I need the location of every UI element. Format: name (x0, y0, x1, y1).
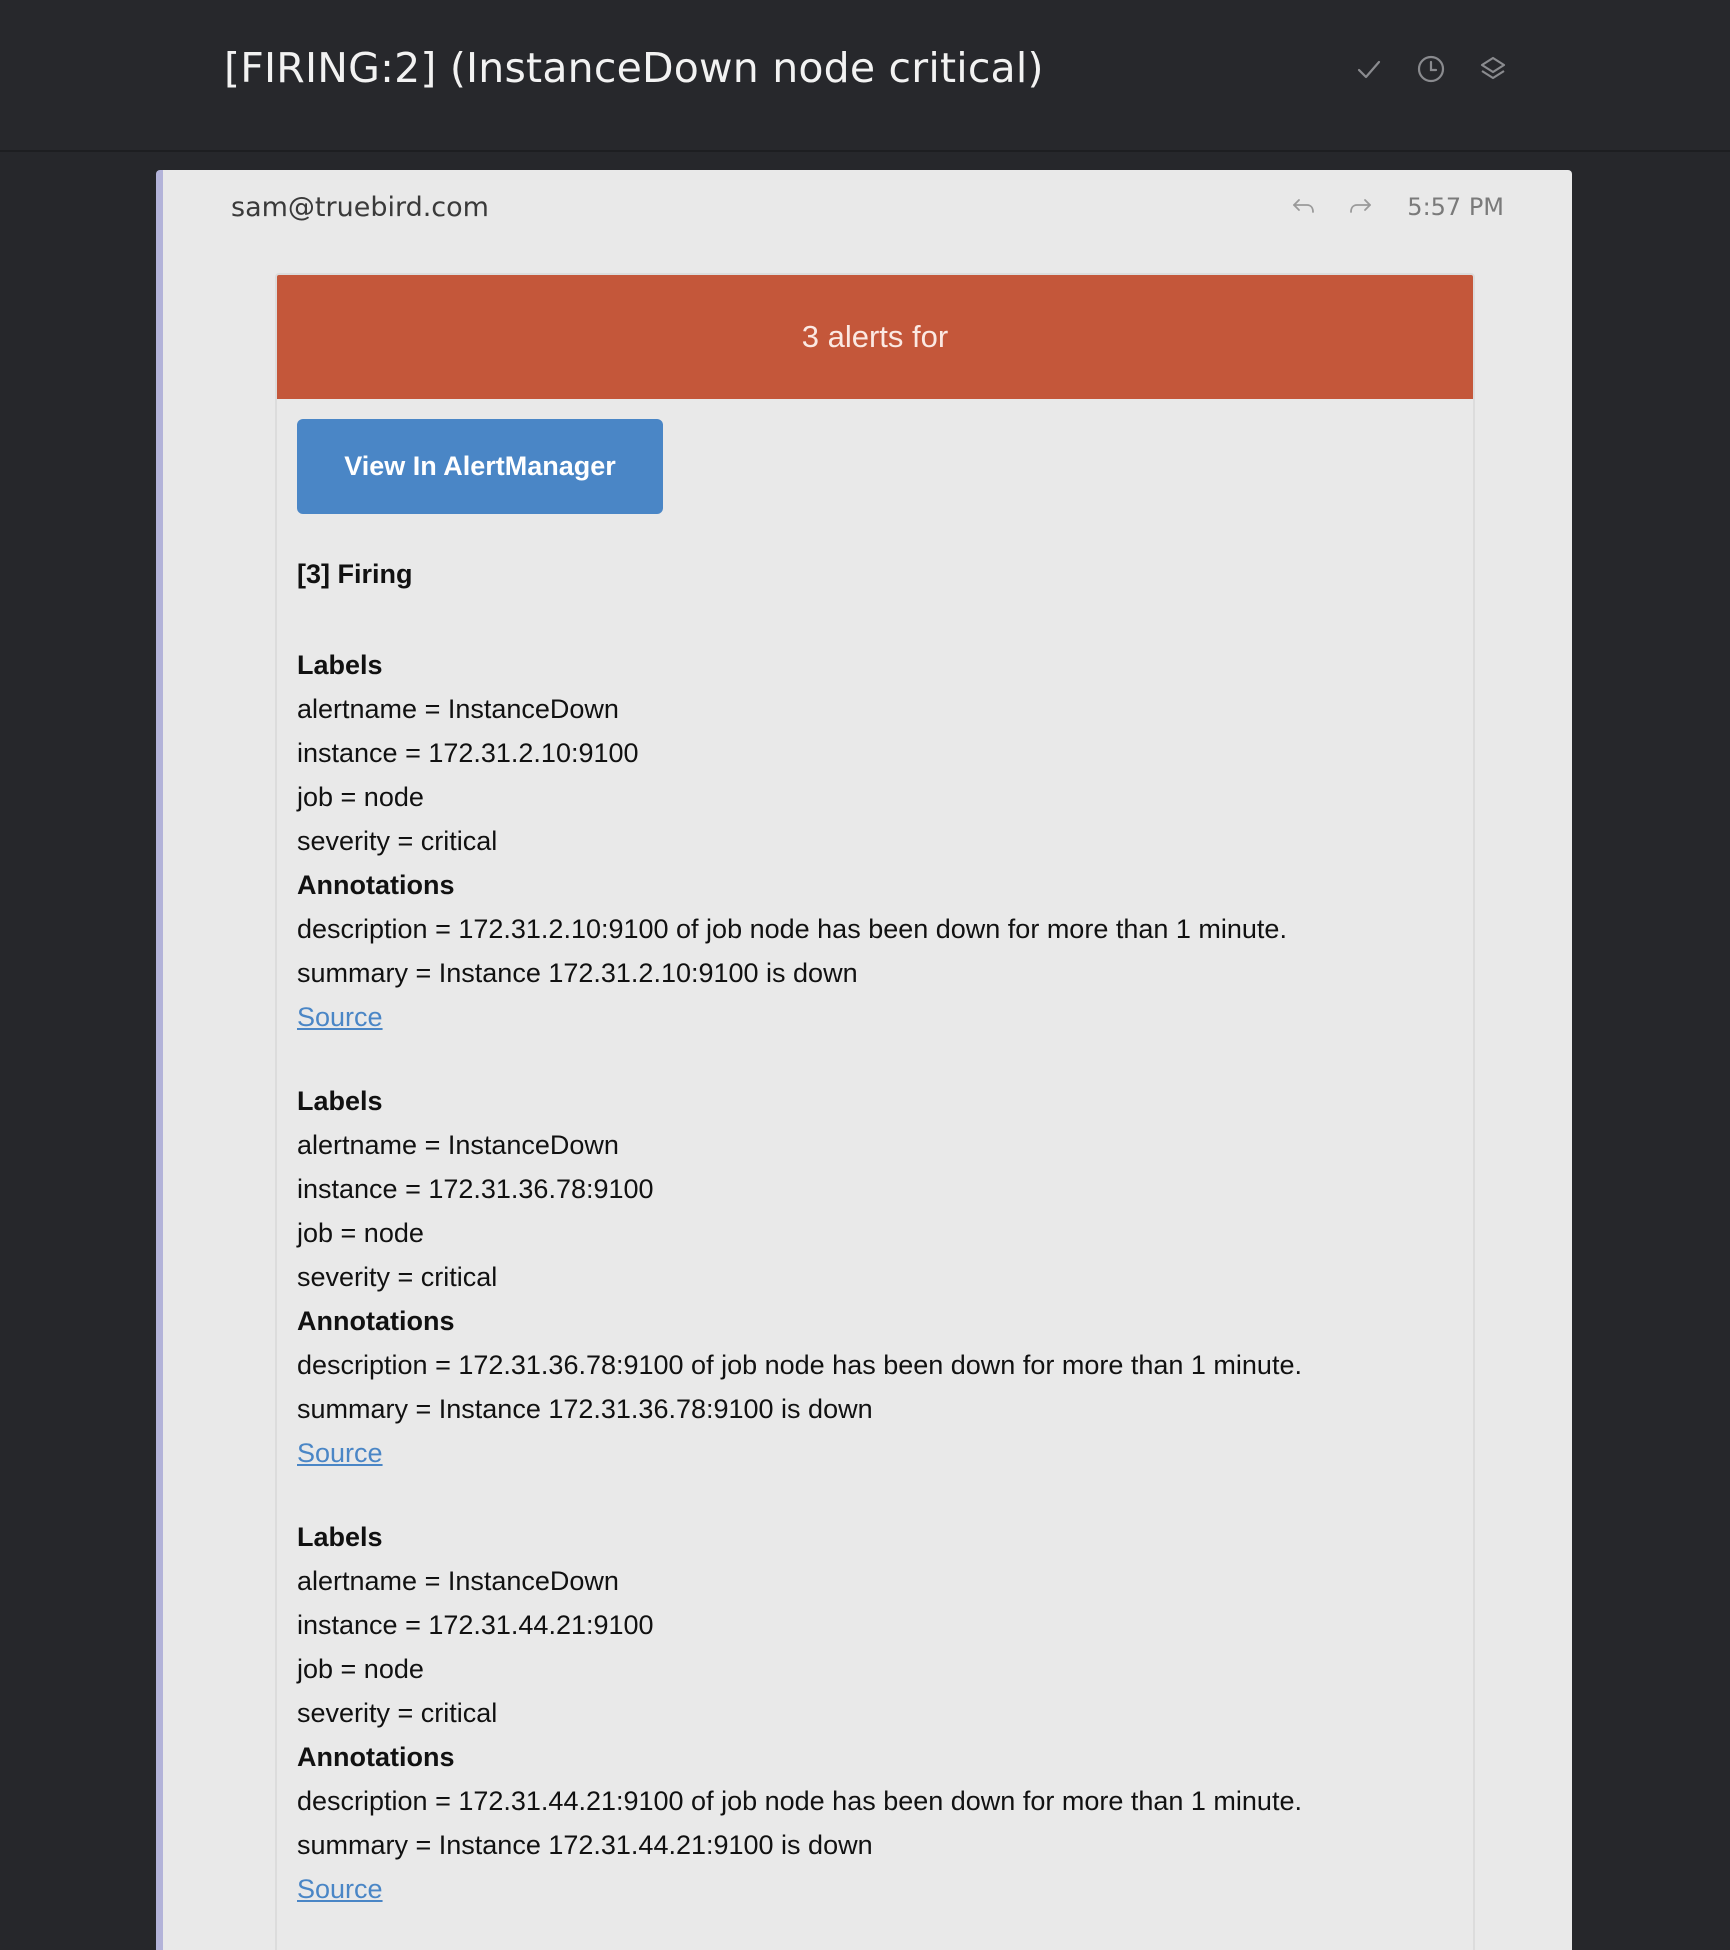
label-instance: instance = 172.31.36.78:9100 (297, 1174, 654, 1204)
annotation-description: description = 172.31.2.10:9100 of job no… (297, 914, 1287, 944)
view-in-alertmanager-button[interactable]: View In AlertManager (297, 419, 663, 514)
snooze-button[interactable] (1414, 52, 1448, 86)
sender-address[interactable]: sam@truebird.com (231, 192, 489, 223)
email-body: 3 alerts for View In AlertManager [3] Fi… (275, 273, 1475, 1950)
message-header: [FIRING:2] (InstanceDown node critical) (0, 0, 1730, 152)
reply-icon (1293, 199, 1315, 213)
label-alertname: alertname = InstanceDown (297, 1130, 619, 1160)
source-link[interactable]: Source (297, 995, 383, 1039)
alert-block: Labels alertname = InstanceDown instance… (297, 643, 1453, 1039)
alert-block: Labels alertname = InstanceDown instance… (297, 1515, 1453, 1911)
alert-banner: 3 alerts for (277, 275, 1473, 399)
label-alertname: alertname = InstanceDown (297, 1566, 619, 1596)
labels-heading: Labels (297, 650, 383, 680)
label-job: job = node (297, 1654, 424, 1684)
annotation-summary: summary = Instance 172.31.36.78:9100 is … (297, 1394, 873, 1424)
forward-button[interactable] (1345, 192, 1375, 222)
labels-heading: Labels (297, 1086, 383, 1116)
label-instance: instance = 172.31.44.21:9100 (297, 1610, 654, 1640)
label-severity: severity = critical (297, 826, 498, 856)
check-icon (1357, 60, 1381, 79)
alert-block: Labels alertname = InstanceDown instance… (297, 1079, 1453, 1475)
label-alertname: alertname = InstanceDown (297, 694, 619, 724)
message-meta: 5:57 PM (1289, 192, 1504, 222)
label-instance: instance = 172.31.2.10:9100 (297, 738, 639, 768)
annotation-summary: summary = Instance 172.31.44.21:9100 is … (297, 1830, 873, 1860)
label-job: job = node (297, 782, 424, 812)
header-actions (1352, 52, 1510, 86)
message-time: 5:57 PM (1407, 193, 1504, 221)
annotations-heading: Annotations (297, 870, 455, 900)
email-subject: [FIRING:2] (InstanceDown node critical) (224, 44, 1044, 92)
forward-icon (1350, 199, 1372, 213)
reply-button[interactable] (1289, 192, 1319, 222)
annotations-heading: Annotations (297, 1306, 455, 1336)
email-content: View In AlertManager [3] Firing Labels a… (277, 399, 1473, 1911)
mark-done-button[interactable] (1352, 52, 1386, 86)
label-job: job = node (297, 1218, 424, 1248)
message-card: sam@truebird.com 5:57 PM 3 alerts for Vi… (156, 170, 1572, 1950)
label-severity: severity = critical (297, 1698, 498, 1728)
labels-heading: Labels (297, 1522, 383, 1552)
annotation-summary: summary = Instance 172.31.2.10:9100 is d… (297, 958, 858, 988)
firing-heading: [3] Firing (297, 559, 413, 589)
clock-icon (1417, 55, 1445, 83)
annotation-description: description = 172.31.36.78:9100 of job n… (297, 1350, 1302, 1380)
annotations-heading: Annotations (297, 1742, 455, 1772)
move-to-button[interactable] (1476, 52, 1510, 86)
source-link[interactable]: Source (297, 1431, 383, 1475)
annotation-description: description = 172.31.44.21:9100 of job n… (297, 1786, 1302, 1816)
mail-app: [FIRING:2] (InstanceDown node critical) (0, 0, 1730, 1950)
source-link[interactable]: Source (297, 1867, 383, 1911)
layers-icon (1480, 56, 1506, 80)
label-severity: severity = critical (297, 1262, 498, 1292)
